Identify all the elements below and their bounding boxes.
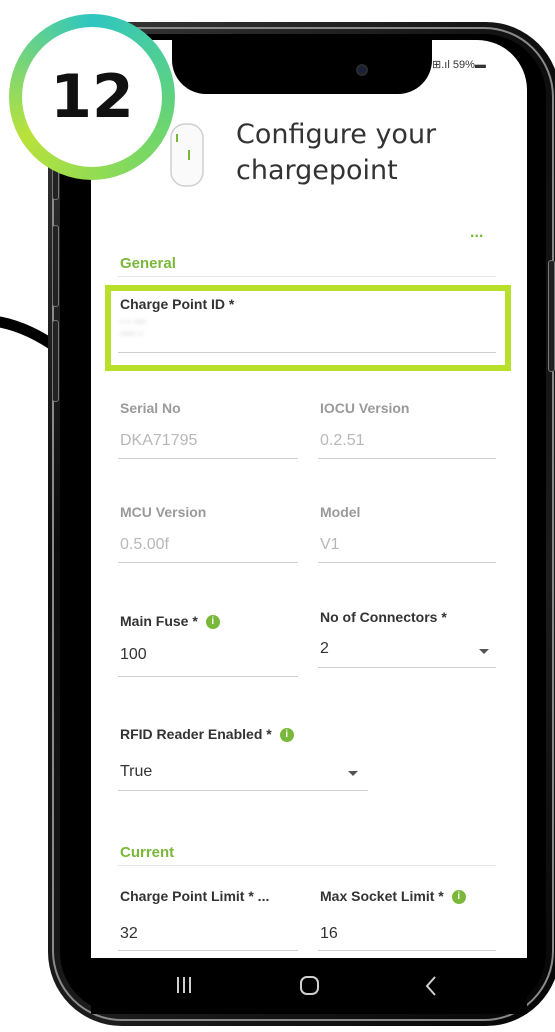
- divider: [118, 276, 496, 277]
- info-icon[interactable]: i: [279, 728, 294, 743]
- input-underline: [118, 458, 298, 459]
- mcu-version-label: MCU Version: [120, 504, 207, 520]
- info-icon[interactable]: i: [205, 615, 220, 630]
- main-fuse-label-text: Main Fuse *: [120, 613, 198, 629]
- chevron-down-icon[interactable]: [348, 771, 358, 776]
- info-icon[interactable]: i: [451, 890, 466, 905]
- max-socket-limit-input[interactable]: 16: [320, 925, 338, 943]
- chevron-down-icon[interactable]: [479, 649, 489, 654]
- input-underline: [118, 562, 298, 563]
- title-line-1: Configure your: [236, 119, 437, 150]
- input-underline: [118, 676, 298, 677]
- front-camera: [356, 64, 368, 76]
- rfid-reader-label: RFID Reader Enabled * i: [120, 726, 294, 743]
- input-underline: [118, 950, 298, 951]
- rfid-reader-select[interactable]: True: [120, 763, 152, 781]
- recents-icon[interactable]: [176, 976, 192, 994]
- model-value: V1: [320, 536, 340, 553]
- notch: [172, 34, 432, 94]
- input-underline: [318, 950, 496, 951]
- input-underline: [318, 458, 496, 459]
- rfid-reader-label-text: RFID Reader Enabled *: [120, 726, 272, 742]
- divider: [118, 865, 496, 866]
- serial-no-label: Serial No: [120, 400, 181, 416]
- max-socket-limit-label: Max Socket Limit * i: [320, 888, 466, 905]
- status-bar: ⊞.ıl 59%▬: [432, 59, 486, 71]
- volume-button: [52, 320, 59, 402]
- back-icon[interactable]: [424, 975, 438, 997]
- input-underline: [318, 667, 496, 668]
- serial-no-value: DKA71795: [120, 432, 198, 449]
- section-general: General: [120, 255, 176, 272]
- highlight-box: [105, 285, 511, 371]
- max-socket-limit-label-text: Max Socket Limit *: [320, 888, 444, 904]
- power-button: [548, 260, 555, 372]
- volume-button: [52, 225, 59, 307]
- title-line-2: chargepoint: [236, 155, 398, 186]
- iocu-version-label: IOCU Version: [320, 400, 410, 416]
- section-current: Current: [120, 844, 175, 861]
- no-of-connectors-select[interactable]: 2: [320, 640, 329, 658]
- home-icon[interactable]: [299, 975, 321, 997]
- page-title: Configure your chargepoint: [236, 117, 496, 189]
- chargepoint-icon: [170, 123, 204, 187]
- model-label: Model: [320, 504, 361, 520]
- input-underline: [118, 790, 368, 791]
- main-fuse-label: Main Fuse * i: [120, 613, 220, 630]
- step-number: 12: [50, 62, 134, 132]
- iocu-version-value: 0.2.51: [320, 432, 365, 449]
- mcu-version-value: 0.5.00f: [120, 536, 169, 553]
- step-badge: 12: [9, 14, 175, 180]
- no-of-connectors-label: No of Connectors *: [320, 609, 447, 625]
- charge-point-limit-label: Charge Point Limit * ...: [120, 888, 270, 904]
- more-options-button[interactable]: ...: [470, 224, 483, 242]
- main-fuse-input[interactable]: [120, 646, 290, 664]
- charge-point-limit-input[interactable]: 32: [120, 925, 138, 943]
- input-underline: [318, 562, 496, 563]
